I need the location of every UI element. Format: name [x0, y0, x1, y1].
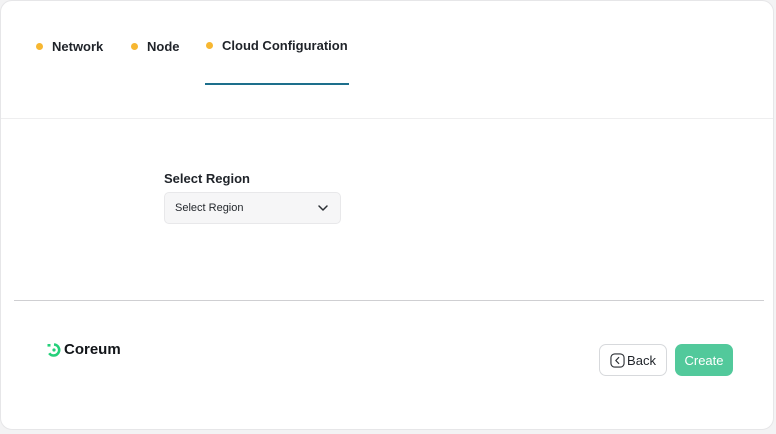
brand: Coreum: [47, 341, 121, 358]
region-field-label: Select Region: [164, 171, 250, 186]
step-label: Network: [52, 39, 104, 54]
wizard-card: Network Node Cloud Configuration Select …: [0, 0, 774, 430]
step-status-dot: [131, 43, 138, 50]
brand-name: Coreum: [64, 341, 121, 358]
coreum-logo-icon: [47, 342, 61, 357]
step-label: Cloud Configuration: [222, 38, 348, 53]
create-button[interactable]: Create: [675, 344, 733, 376]
region-select[interactable]: Select Region: [164, 192, 341, 224]
back-button-label: Back: [627, 352, 656, 368]
footer-divider: [14, 300, 764, 301]
chevron-down-icon: [318, 205, 328, 211]
back-button[interactable]: Back: [599, 344, 667, 376]
region-select-value: Select Region: [175, 202, 244, 214]
step-node[interactable]: Node: [131, 39, 180, 54]
chevron-left-circle-icon: [610, 352, 625, 368]
steps-header: Network Node Cloud Configuration: [1, 1, 773, 119]
step-network[interactable]: Network: [36, 39, 103, 54]
step-label: Node: [147, 39, 180, 54]
step-status-dot: [36, 43, 43, 50]
step-cloud-configuration[interactable]: Cloud Configuration: [206, 38, 348, 53]
active-step-underline: [205, 83, 349, 85]
create-button-label: Create: [684, 352, 724, 368]
step-status-dot: [206, 42, 213, 49]
